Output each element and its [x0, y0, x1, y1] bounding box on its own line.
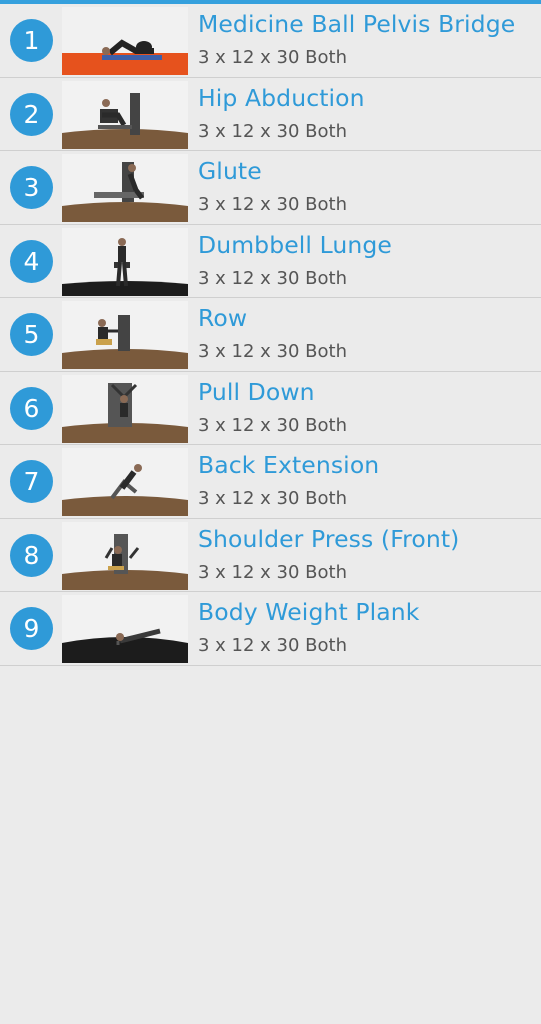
exercise-row[interactable]: 1 Medicine Ball Pelvis Bridge 3 x 12 x 3…: [0, 4, 541, 78]
exercise-name: Pull Down: [198, 377, 315, 406]
exercise-name: Dumbbell Lunge: [198, 230, 392, 259]
exercise-row[interactable]: 4 Dumbbell Lunge 3 x 12 x 30 Both: [0, 224, 541, 298]
hip-abduction-machine-image: [62, 80, 188, 149]
exercise-number-badge: 3: [10, 166, 53, 209]
exercise-number-badge: 7: [10, 460, 53, 503]
exercise-row[interactable]: 2 Hip Abduction 3 x 12 x 30 Both: [0, 77, 541, 151]
exercise-prescription: 3 x 12 x 30 Both: [198, 267, 348, 289]
dumbbell-lunge-image: [62, 227, 188, 296]
exercise-number-badge: 5: [10, 313, 53, 356]
exercise-prescription: 3 x 12 x 30 Both: [198, 488, 348, 509]
exercise-number-badge: 9: [10, 607, 53, 650]
exercise-name: Body Weight Plank: [198, 598, 420, 626]
exercise-prescription: 3 x 12 x 30 Both: [198, 341, 348, 362]
exercise-number-badge: 8: [10, 533, 53, 577]
exercise-number-badge: 2: [10, 92, 53, 136]
plank-exercise-image: [62, 595, 188, 663]
exercise-number-badge: 1: [10, 19, 53, 62]
glute-machine-image: [62, 154, 188, 222]
exercise-prescription: 3 x 12 x 30 Both: [198, 635, 348, 656]
exercise-row[interactable]: 8 Shoulder Press (Front) 3 x 12 x 30 Bot…: [0, 518, 541, 592]
exercise-row[interactable]: 5 Row 3 x 12 x 30 Both: [0, 298, 541, 372]
exercise-prescription: 3 x 12 x 30 Both: [198, 561, 348, 583]
exercise-row[interactable]: 9 Body Weight Plank 3 x 12 x 30 Both: [0, 592, 541, 666]
exercise-list: 1 Medicine Ball Pelvis Bridge 3 x 12 x 3…: [0, 4, 541, 666]
back-extension-image: [62, 448, 188, 516]
exercise-row[interactable]: 6 Pull Down 3 x 12 x 30 Both: [0, 371, 541, 445]
exercise-name: Medicine Ball Pelvis Bridge: [198, 10, 516, 38]
exercise-prescription: 3 x 12 x 30 Both: [198, 414, 348, 436]
exercise-row[interactable]: 3 Glute 3 x 12 x 30 Both: [0, 151, 541, 225]
shoulder-press-machine-image: [62, 521, 188, 590]
exercise-prescription: 3 x 12 x 30 Both: [198, 194, 348, 215]
bridge-exercise-image: [62, 7, 188, 75]
exercise-prescription: 3 x 12 x 30 Both: [198, 120, 348, 142]
row-machine-image: [62, 301, 188, 369]
exercise-number-badge: 6: [10, 386, 53, 430]
exercise-prescription: 3 x 12 x 30 Both: [198, 47, 348, 68]
exercise-row[interactable]: 7 Back Extension 3 x 12 x 30 Both: [0, 445, 541, 519]
exercise-number-badge: 4: [10, 239, 53, 283]
exercise-name: Back Extension: [198, 451, 380, 479]
exercise-name: Glute: [198, 157, 262, 185]
pull-down-machine-image: [62, 374, 188, 443]
exercise-name: Row: [198, 304, 248, 332]
exercise-name: Shoulder Press (Front): [198, 524, 460, 553]
exercise-name: Hip Abduction: [198, 83, 365, 112]
